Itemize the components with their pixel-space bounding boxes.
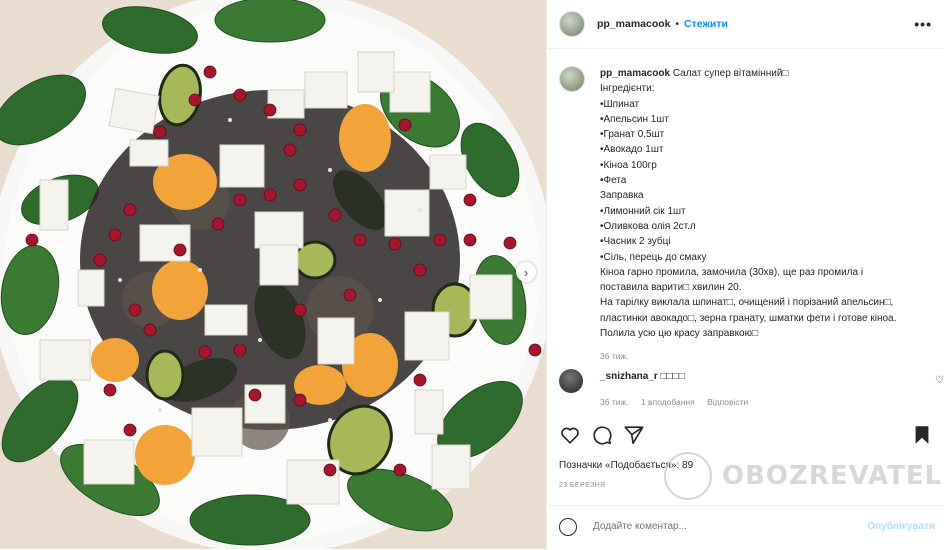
caption-line: поставила варити□ хвилин 20.	[600, 282, 742, 294]
comment-heart-icon[interactable]: ♡	[935, 375, 944, 386]
post-caption: pp_mamacook Салат супер вітамінний□ Інгр…	[559, 66, 939, 365]
watermark-logo-icon	[664, 452, 712, 500]
comment-reply[interactable]: Відповісти	[707, 397, 748, 407]
caption-line: Заправка	[600, 190, 644, 202]
bookmark-icon[interactable]	[911, 424, 933, 446]
caption-line: Кіноа гарно промила, замочила (30хв), ще…	[600, 266, 864, 278]
publish-button[interactable]: Опублікувати	[867, 521, 935, 532]
comment-age[interactable]: 36 тиж.	[600, 397, 629, 407]
salad-image	[0, 0, 546, 549]
action-bar	[559, 424, 933, 452]
caption-line: •Апельсин 1шт	[600, 113, 669, 125]
more-dots-icon[interactable]: •••	[914, 16, 932, 32]
caption-line: Салат супер вітамінний□	[672, 68, 789, 79]
comment-input[interactable]	[591, 520, 855, 533]
follow-button[interactable]: Стежити	[684, 18, 728, 30]
caption-username[interactable]: pp_mamacook	[600, 68, 670, 79]
share-icon[interactable]	[623, 424, 645, 446]
caption-line: пластинки авокадо□, зерна гранату, шматк…	[600, 312, 897, 324]
caption-line: •Сіль, перець до смаку	[600, 251, 707, 263]
post-photo[interactable]: ›	[0, 0, 546, 549]
next-photo-button[interactable]: ›	[516, 262, 536, 282]
caption-line: •Шпинат	[600, 98, 640, 110]
caption-line: •Лимонний сік 1шт	[600, 205, 686, 217]
emoji-icon[interactable]	[559, 518, 577, 536]
comment-text: □□□□	[660, 371, 685, 382]
watermark-text: OBOZREVATEL	[722, 461, 943, 491]
caption-line: •Оливкова олія 2ст.л	[600, 220, 696, 232]
caption-line: Інгредієнти:	[600, 83, 655, 95]
caption-line: •Часник 2 зубці	[600, 236, 671, 248]
comment-likes[interactable]: 1 вподобання	[641, 397, 695, 407]
add-comment-bar: Опублікувати	[547, 505, 944, 550]
post-username[interactable]: pp_mamacook	[597, 18, 671, 30]
avatar[interactable]	[559, 11, 585, 37]
caption-avatar[interactable]	[559, 66, 585, 92]
separator-dot: •	[675, 18, 680, 30]
caption-line: •Гранат 0,5шт	[600, 129, 665, 141]
post-header: pp_mamacook • Стежити •••	[547, 0, 944, 49]
post-date[interactable]: 23 БЕРЕЗНЯ	[559, 482, 606, 489]
caption-line: •Кіноа 100гр	[600, 159, 657, 171]
caption-line: •Фета	[600, 175, 627, 187]
heart-icon[interactable]	[559, 424, 581, 446]
comment-username[interactable]: _snizhana_r	[600, 371, 658, 382]
comment-avatar[interactable]	[559, 369, 583, 393]
caption-age[interactable]: 36 тиж.	[600, 349, 939, 364]
caption-line: На тарілку виклала шпинат□, очищений і п…	[600, 297, 894, 309]
caption-line: Полила усю цю красу заправкою□	[600, 328, 759, 340]
comment-icon[interactable]	[591, 424, 613, 446]
caption-line: •Авокадо 1шт	[600, 144, 664, 156]
watermark: OBOZREVATEL	[664, 452, 942, 500]
